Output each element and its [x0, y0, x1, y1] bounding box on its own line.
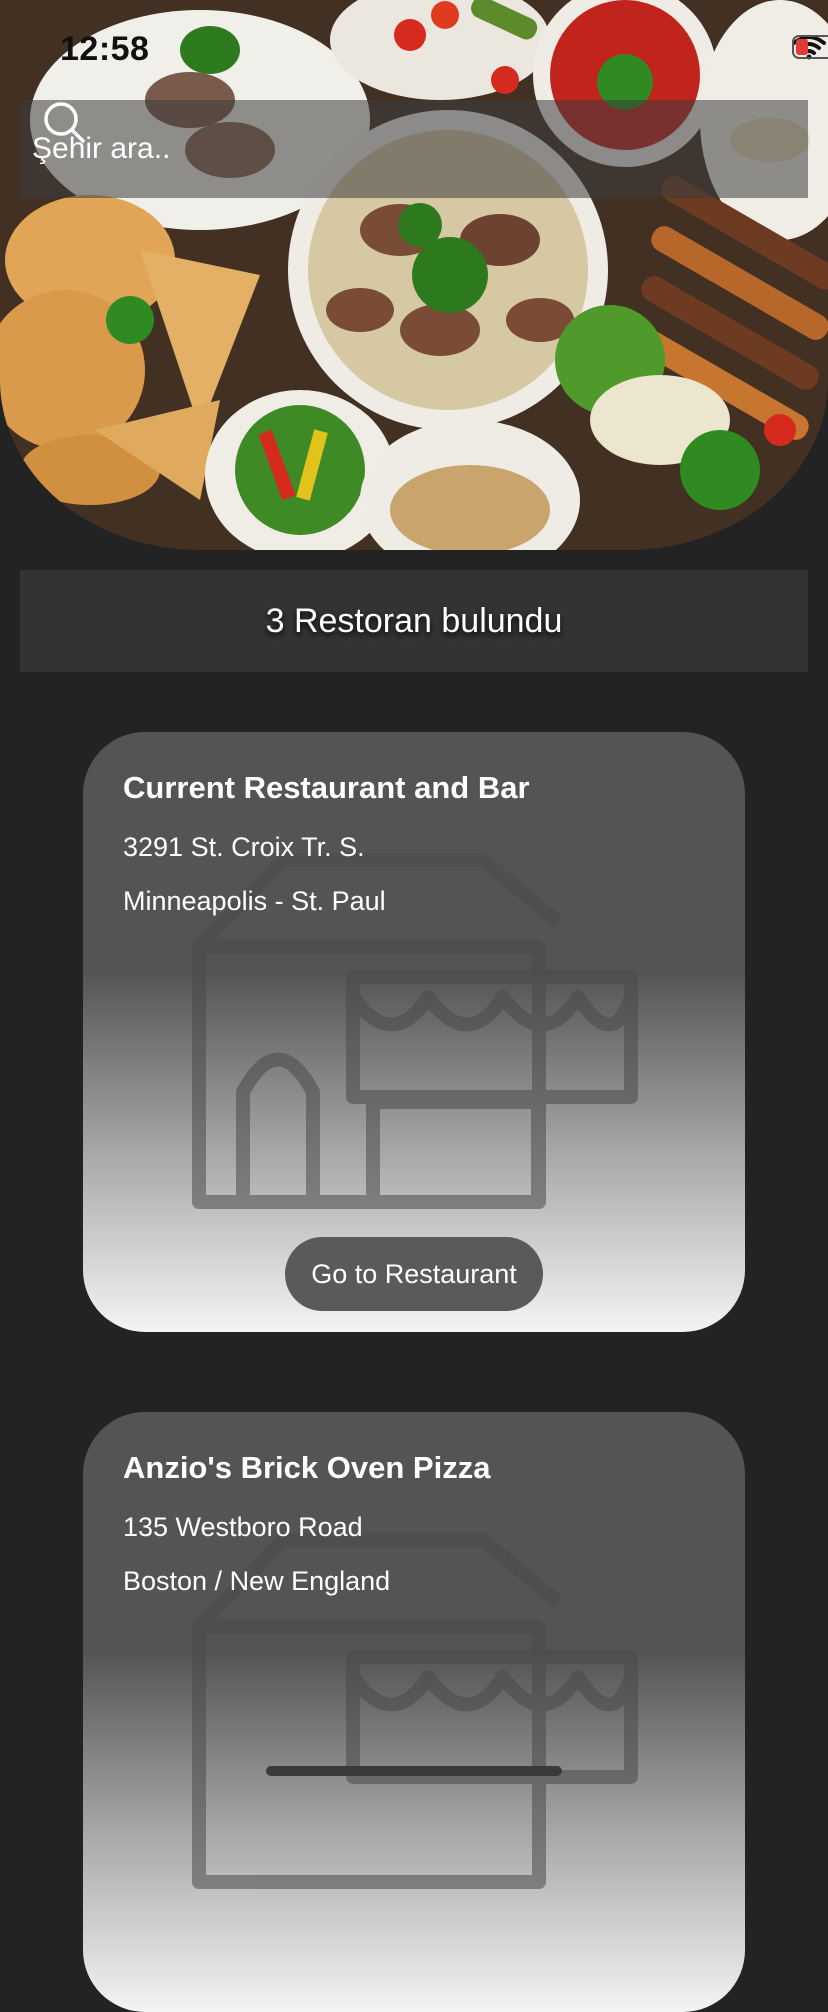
- food-platter-illustration: [0, 0, 828, 550]
- results-summary-banner: 3 Restoran bulundu: [20, 570, 808, 672]
- search-icon: [44, 102, 85, 143]
- status-bar-time: 12:58: [60, 30, 150, 68]
- restaurant-address: 3291 St. Croix Tr. S.: [123, 832, 365, 862]
- go-to-restaurant-button[interactable]: Go to Restaurant: [285, 1237, 543, 1311]
- city-search-input[interactable]: [30, 131, 714, 167]
- restaurant-name: Anzio's Brick Oven Pizza: [123, 1450, 491, 1485]
- battery-icon: [792, 35, 828, 59]
- restaurant-city: Minneapolis - St. Paul: [123, 886, 386, 916]
- restaurant-name: Current Restaurant and Bar: [123, 770, 530, 805]
- results-count-text: 3 Restoran bulundu: [265, 601, 563, 640]
- restaurant-address: 135 Westboro Road: [123, 1512, 363, 1542]
- city-search-bar[interactable]: [20, 100, 808, 198]
- restaurant-card[interactable]: Anzio's Brick Oven Pizza 135 Westboro Ro…: [83, 1412, 745, 2012]
- hero-food-image: 12:58: [0, 0, 828, 550]
- restaurant-city: Boston / New England: [123, 1566, 391, 1596]
- restaurant-card[interactable]: Current Restaurant and Bar 3291 St. Croi…: [83, 732, 745, 1332]
- home-indicator[interactable]: [266, 1766, 562, 1776]
